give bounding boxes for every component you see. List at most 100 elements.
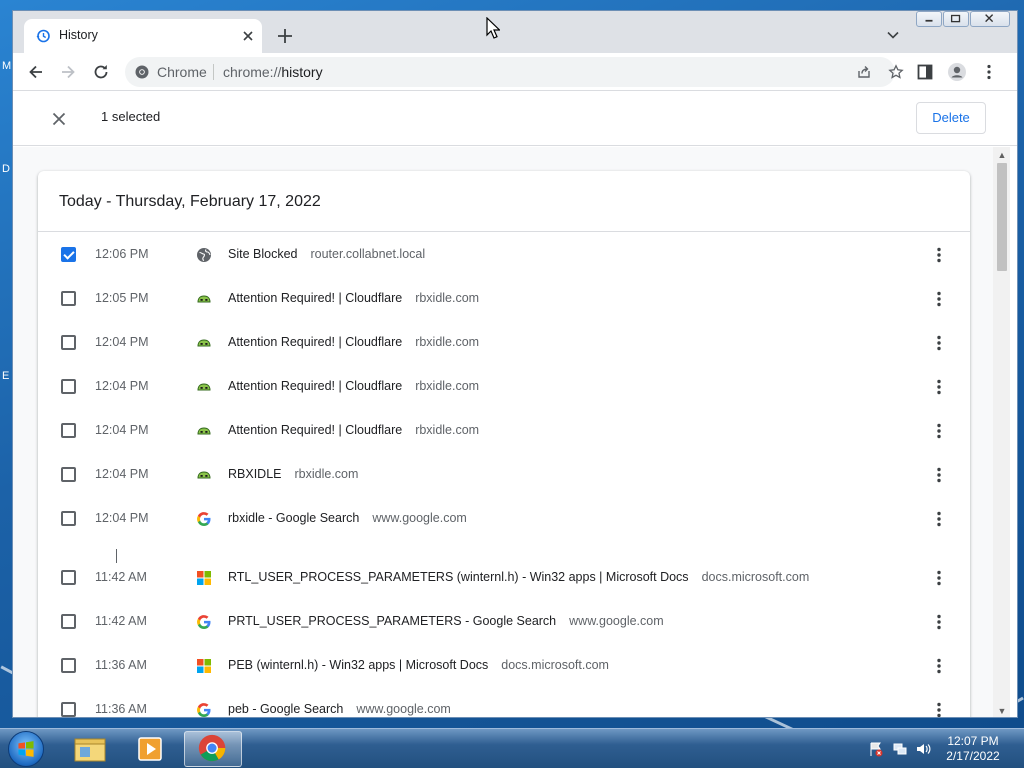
entry-link[interactable]: Site Blocked router.collabnet.local [228, 247, 425, 261]
scrollbar-thumb[interactable] [997, 163, 1007, 271]
omnibox-url[interactable]: chrome://history [223, 64, 323, 80]
history-entry[interactable]: 12:04 PM Attention Required! | Cloudflare… [38, 321, 970, 365]
history-entry[interactable]: 11:42 AM PRTL_USER_PROCESS_PARAMETERS - G… [38, 600, 970, 644]
scroll-up-arrow[interactable]: ▲ [997, 150, 1007, 160]
entry-checkbox[interactable] [61, 423, 76, 438]
selection-toolbar: 1 selected Delete [13, 91, 1017, 146]
entry-link[interactable]: Attention Required! | Cloudflare rbxidle.… [228, 291, 479, 305]
history-entry[interactable]: 12:04 PM rbxidle - Google Search www.googl… [38, 497, 970, 541]
scroll-down-arrow[interactable]: ▼ [997, 706, 1007, 716]
address-bar[interactable]: Chrome chrome://history [125, 57, 904, 87]
history-entry[interactable]: 11:42 AM RTL_USER_PROCESS_PARAMETERS (win… [38, 556, 970, 600]
entry-link[interactable]: rbxidle - Google Search www.google.com [228, 511, 467, 525]
more-vert-icon[interactable] [931, 289, 947, 309]
more-vert-icon[interactable] [931, 612, 947, 632]
scrollbar[interactable]: ▲ ▼ [993, 147, 1010, 717]
entry-time: 11:42 AM [95, 570, 147, 584]
clear-selection-icon[interactable] [50, 110, 68, 128]
rbxidle-icon [196, 467, 212, 483]
entry-checkbox[interactable] [61, 658, 76, 673]
system-clock[interactable]: 12:07 PM 2/17/2022 [938, 734, 1008, 764]
history-icon [36, 29, 50, 43]
entry-checkbox[interactable] [61, 467, 76, 482]
more-vert-icon[interactable] [931, 245, 947, 265]
more-vert-icon[interactable] [931, 509, 947, 529]
taskbar-chrome-button[interactable] [184, 731, 242, 767]
entry-title: peb - Google Search [228, 702, 344, 716]
forward-arrow-icon[interactable] [58, 62, 78, 82]
entry-checkbox[interactable] [61, 702, 76, 717]
entry-link[interactable]: PEB (winternl.h) - Win32 apps | Microsof… [228, 658, 609, 672]
side-panel-icon[interactable] [915, 62, 935, 82]
selected-count: 1 selected [101, 109, 161, 124]
entry-link[interactable]: RTL_USER_PROCESS_PARAMETERS (winternl.h)… [228, 570, 809, 584]
more-vert-icon[interactable] [931, 421, 947, 441]
taskbar-explorer-button[interactable] [60, 731, 118, 767]
star-icon[interactable] [888, 64, 904, 80]
history-entry[interactable]: 12:04 PM Attention Required! | Cloudflare… [38, 365, 970, 409]
entry-title: RBXIDLE [228, 467, 282, 481]
minimize-button[interactable] [916, 11, 942, 27]
desktop-icon-label[interactable]: M [2, 60, 11, 72]
entry-domain: rbxidle.com [294, 467, 359, 481]
entry-checkbox[interactable] [61, 570, 76, 585]
history-entry[interactable]: 11:36 AM peb - Google Search www.google.co… [38, 688, 970, 718]
delete-button[interactable]: Delete [916, 102, 986, 134]
new-tab-plus-icon[interactable] [275, 26, 295, 46]
entry-checkbox[interactable] [61, 291, 76, 306]
entry-time: 12:04 PM [95, 335, 149, 349]
entry-link[interactable]: PRTL_USER_PROCESS_PARAMETERS - Google Se… [228, 614, 664, 628]
history-card: Today - Thursday, February 17, 2022 12:0… [38, 171, 970, 718]
share-icon[interactable] [856, 64, 872, 80]
close-icon[interactable] [240, 28, 256, 44]
desktop-icon-label[interactable]: E [2, 370, 9, 382]
back-arrow-icon[interactable] [26, 62, 46, 82]
chrome-window: History Chrome chrome://history 1 select… [12, 10, 1018, 718]
entry-time: 12:06 PM [95, 247, 149, 261]
close-window-button[interactable] [970, 11, 1010, 27]
entry-time: 12:04 PM [95, 467, 149, 481]
history-entry[interactable]: 12:04 PM RBXIDLE rbxidle.com [38, 453, 970, 497]
reload-icon[interactable] [91, 62, 111, 82]
entry-checkbox[interactable] [61, 247, 76, 262]
volume-icon[interactable] [915, 741, 931, 757]
minimize-icon [925, 19, 933, 22]
entry-link[interactable]: RBXIDLE rbxidle.com [228, 467, 358, 481]
entry-link[interactable]: Attention Required! | Cloudflare rbxidle.… [228, 335, 479, 349]
more-vert-icon[interactable] [931, 568, 947, 588]
history-entry[interactable]: 12:05 PM Attention Required! | Cloudflare… [38, 277, 970, 321]
entry-title: Attention Required! | Cloudflare [228, 379, 403, 393]
profile-avatar-icon[interactable] [947, 62, 967, 82]
entry-link[interactable]: Attention Required! | Cloudflare rbxidle.… [228, 423, 479, 437]
taskbar: 12:07 PM 2/17/2022 [0, 728, 1024, 768]
desktop-icon-label[interactable]: D [2, 163, 10, 175]
action-center-flag-icon[interactable] [868, 741, 884, 757]
more-vert-icon[interactable] [979, 62, 999, 82]
entry-checkbox[interactable] [61, 379, 76, 394]
media-player-icon [138, 737, 162, 761]
tab-history[interactable]: History [24, 19, 262, 53]
entry-time: 12:04 PM [95, 511, 149, 525]
entry-time: 12:04 PM [95, 379, 149, 393]
entry-checkbox[interactable] [61, 335, 76, 350]
history-entry[interactable]: 11:36 AM PEB (winternl.h) - Win32 apps | … [38, 644, 970, 688]
entry-domain: rbxidle.com [415, 423, 480, 437]
network-icon[interactable] [892, 741, 908, 757]
entry-link[interactable]: peb - Google Search www.google.com [228, 702, 451, 716]
entry-checkbox[interactable] [61, 614, 76, 629]
history-entry[interactable]: 12:06 PM Site Blocked router.collabnet.loc… [38, 233, 970, 277]
taskbar-media-player-button[interactable] [122, 731, 180, 767]
maximize-button[interactable] [943, 11, 969, 27]
more-vert-icon[interactable] [931, 656, 947, 676]
start-button[interactable] [8, 731, 44, 767]
rbxidle-icon [196, 379, 212, 395]
entry-checkbox[interactable] [61, 511, 76, 526]
chevron-down-icon[interactable] [885, 27, 901, 43]
history-entry[interactable]: 12:04 PM Attention Required! | Cloudflare… [38, 409, 970, 453]
more-vert-icon[interactable] [931, 377, 947, 397]
entry-link[interactable]: Attention Required! | Cloudflare rbxidle.… [228, 379, 479, 393]
more-vert-icon[interactable] [931, 465, 947, 485]
more-vert-icon[interactable] [931, 700, 947, 718]
more-vert-icon[interactable] [931, 333, 947, 353]
entry-title: Site Blocked [228, 247, 298, 261]
